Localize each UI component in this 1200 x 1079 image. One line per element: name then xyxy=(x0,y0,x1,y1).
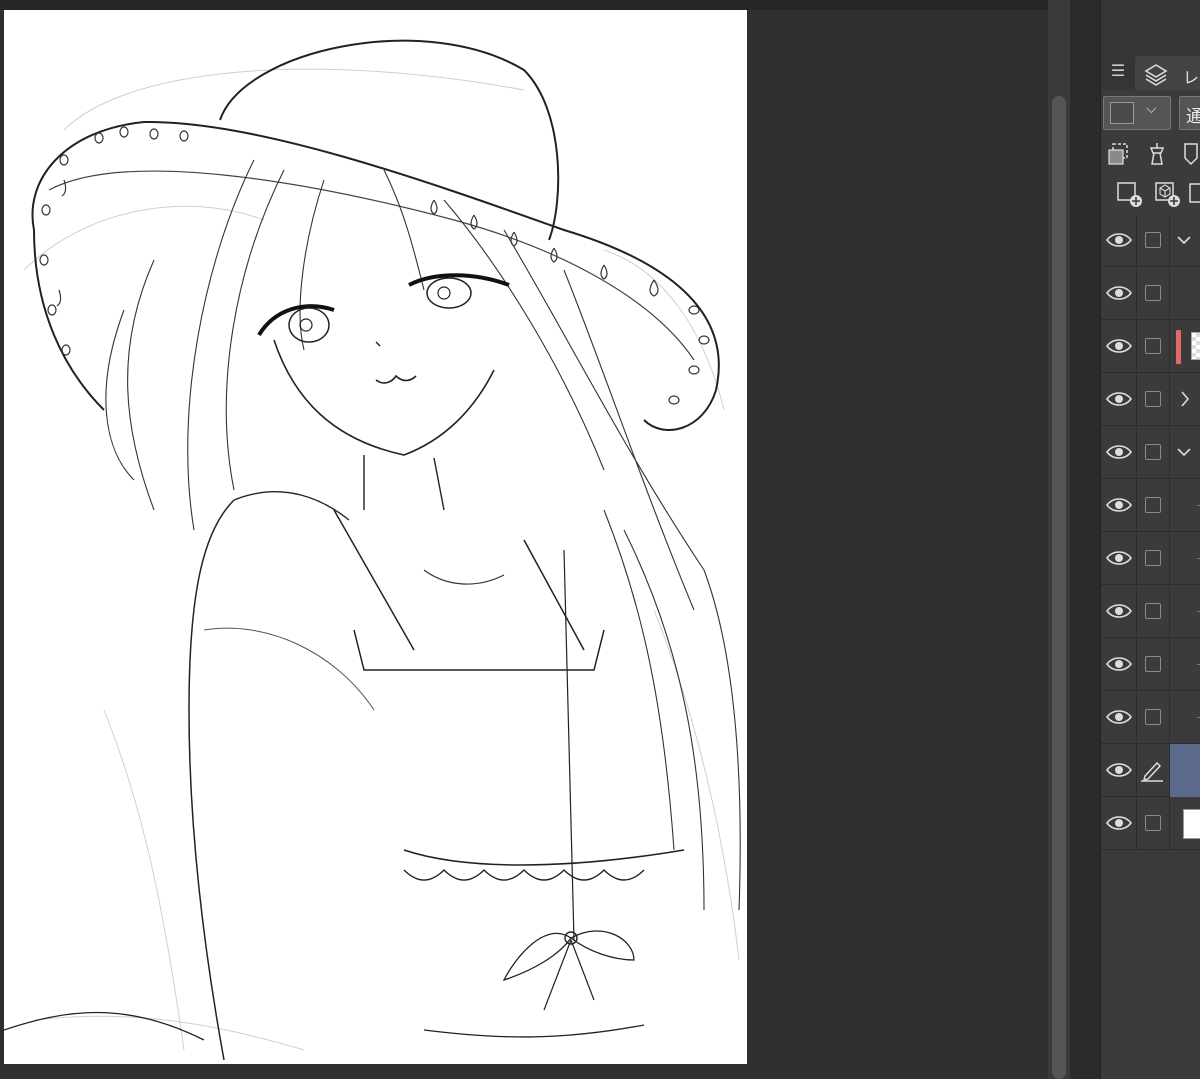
clip-to-layer-below-icon[interactable] xyxy=(1105,140,1133,168)
layer-color-label xyxy=(1176,330,1181,364)
layer-color-swatch xyxy=(1110,102,1134,124)
column-divider xyxy=(1136,691,1137,744)
layer-list[interactable] xyxy=(1101,214,1200,857)
layer-row[interactable] xyxy=(1101,214,1200,267)
layer-lock-checkbox[interactable] xyxy=(1145,232,1161,248)
eye-icon[interactable] xyxy=(1105,495,1133,515)
column-divider xyxy=(1169,320,1170,373)
layer-row[interactable] xyxy=(1101,638,1200,691)
column-divider xyxy=(1169,267,1170,320)
panel-gap xyxy=(1070,0,1100,1079)
layer-panel: ☰ レ ⌵ 通 xyxy=(1100,0,1200,1079)
column-divider xyxy=(1136,532,1137,585)
layer-thumbnail xyxy=(1183,809,1200,839)
column-divider xyxy=(1169,638,1170,691)
column-divider xyxy=(1169,426,1170,479)
layer-row[interactable] xyxy=(1101,479,1200,532)
tab-layers[interactable]: レ xyxy=(1135,56,1200,90)
eye-icon[interactable] xyxy=(1105,707,1133,727)
column-divider xyxy=(1136,426,1137,479)
layer-color-dropdown[interactable]: ⌵ xyxy=(1103,96,1171,130)
layer-row[interactable] xyxy=(1101,267,1200,320)
eye-icon[interactable] xyxy=(1105,601,1133,621)
draft-layer-icon[interactable] xyxy=(1179,140,1200,168)
line-art-illustration xyxy=(4,39,741,1061)
new-vector-layer-icon[interactable] xyxy=(1153,180,1181,208)
column-divider xyxy=(1169,797,1170,850)
layers-stack-icon xyxy=(1144,64,1168,86)
new-raster-layer-icon[interactable] xyxy=(1115,180,1143,208)
eye-icon[interactable] xyxy=(1105,760,1133,780)
layer-lock-checkbox[interactable] xyxy=(1145,444,1161,460)
chevron-right-icon[interactable] xyxy=(1175,387,1193,411)
drawing-canvas[interactable] xyxy=(4,10,747,1064)
column-divider xyxy=(1169,479,1170,532)
layer-list-empty-area xyxy=(1101,857,1200,1079)
layer-row[interactable] xyxy=(1101,585,1200,638)
layer-lock-checkbox[interactable] xyxy=(1145,497,1161,513)
column-divider xyxy=(1169,373,1170,426)
column-divider xyxy=(1136,744,1137,797)
column-divider xyxy=(1169,585,1170,638)
canvas-top-strip xyxy=(0,0,1048,10)
layer-row-selected[interactable] xyxy=(1101,744,1200,797)
layer-row[interactable] xyxy=(1101,320,1200,373)
menu-icon[interactable]: ☰ xyxy=(1107,60,1129,82)
layer-lock-checkbox[interactable] xyxy=(1145,338,1161,354)
column-divider xyxy=(1136,479,1137,532)
layer-lock-checkbox[interactable] xyxy=(1145,709,1161,725)
scrollbar-thumb[interactable] xyxy=(1052,96,1066,1079)
layer-thumbnail xyxy=(1191,332,1200,360)
tab-layers-label: レ xyxy=(1183,68,1200,87)
column-divider xyxy=(1136,797,1137,850)
panel-header-strip xyxy=(1101,0,1200,53)
layer-lock-checkbox[interactable] xyxy=(1145,656,1161,672)
eye-icon[interactable] xyxy=(1105,389,1133,409)
column-divider xyxy=(1136,585,1137,638)
canvas-workspace[interactable] xyxy=(0,0,1048,1079)
column-divider xyxy=(1169,744,1170,797)
layer-row[interactable] xyxy=(1101,691,1200,744)
layer-lock-checkbox[interactable] xyxy=(1145,285,1161,301)
blend-mode-label: 通 xyxy=(1186,107,1200,127)
column-divider xyxy=(1169,214,1170,267)
column-divider xyxy=(1136,320,1137,373)
chevron-down-icon[interactable] xyxy=(1175,440,1193,464)
blend-mode-dropdown[interactable]: 通 xyxy=(1179,96,1200,130)
canvas-vertical-scrollbar[interactable] xyxy=(1048,0,1070,1079)
layer-lock-checkbox[interactable] xyxy=(1145,603,1161,619)
reference-layer-icon[interactable] xyxy=(1143,140,1171,168)
layer-lock-checkbox[interactable] xyxy=(1145,815,1161,831)
selected-layer-highlight xyxy=(1170,744,1200,797)
column-divider xyxy=(1136,638,1137,691)
layer-row[interactable] xyxy=(1101,373,1200,426)
eye-icon[interactable] xyxy=(1105,283,1133,303)
pen-icon xyxy=(1141,761,1163,782)
eye-icon[interactable] xyxy=(1105,548,1133,568)
new-layer-folder-icon[interactable] xyxy=(1187,180,1200,208)
layer-row[interactable] xyxy=(1101,797,1200,850)
eye-icon[interactable] xyxy=(1105,654,1133,674)
layer-row[interactable] xyxy=(1101,532,1200,585)
column-divider xyxy=(1136,373,1137,426)
column-divider xyxy=(1169,532,1170,585)
chevron-down-icon: ⌵ xyxy=(1146,101,1157,117)
eye-icon[interactable] xyxy=(1105,442,1133,462)
eye-icon[interactable] xyxy=(1105,336,1133,356)
layer-row[interactable] xyxy=(1101,426,1200,479)
column-divider xyxy=(1136,267,1137,320)
layer-lock-checkbox[interactable] xyxy=(1145,391,1161,407)
layer-lock-checkbox[interactable] xyxy=(1145,550,1161,566)
chevron-down-icon[interactable] xyxy=(1175,228,1193,252)
column-divider xyxy=(1136,214,1137,267)
eye-icon[interactable] xyxy=(1105,230,1133,250)
eye-icon[interactable] xyxy=(1105,813,1133,833)
column-divider xyxy=(1169,691,1170,744)
